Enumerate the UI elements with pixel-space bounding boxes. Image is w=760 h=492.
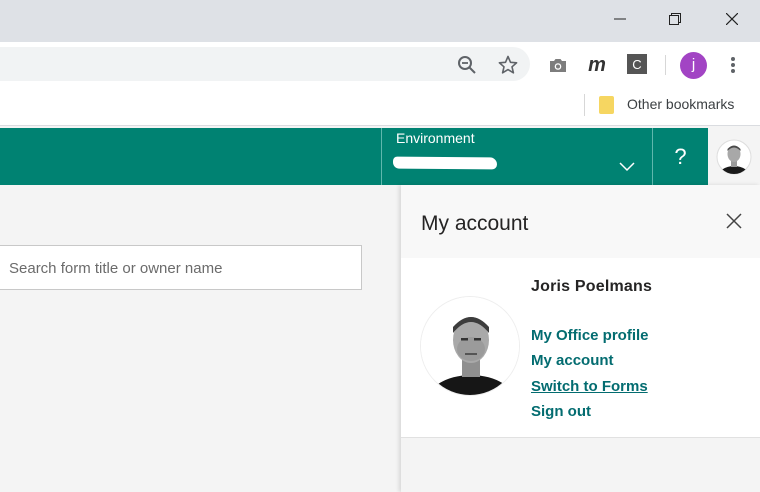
zoom-out-button[interactable] xyxy=(455,53,479,77)
close-icon xyxy=(726,13,738,25)
sign-out-link[interactable]: Sign out xyxy=(531,403,591,420)
app-header: Environment ? xyxy=(0,128,760,185)
close-window-button[interactable] xyxy=(704,0,760,38)
restore-button[interactable] xyxy=(647,0,703,38)
my-office-profile-link[interactable]: My Office profile xyxy=(531,327,649,344)
browser-menu-button[interactable] xyxy=(721,53,745,77)
profile-photo xyxy=(420,296,520,396)
browser-toolbar: m C j xyxy=(0,42,760,86)
search-field[interactable]: Search form title or owner name xyxy=(0,245,362,290)
toolbar-separator xyxy=(665,55,666,75)
zoom-out-icon xyxy=(458,56,476,74)
environment-value-redacted xyxy=(392,156,498,170)
camera-extension-button[interactable] xyxy=(546,53,570,77)
m-extension-icon[interactable]: m xyxy=(585,53,609,77)
search-placeholder: Search form title or owner name xyxy=(9,260,223,277)
help-button[interactable]: ? xyxy=(653,128,708,185)
switch-to-forms-link[interactable]: Switch to Forms xyxy=(531,378,648,395)
minimize-icon xyxy=(614,18,626,20)
other-bookmarks-link[interactable]: Other bookmarks xyxy=(627,96,734,112)
account-avatar-button[interactable] xyxy=(708,128,760,185)
profile-avatar[interactable]: j xyxy=(680,52,707,79)
account-panel-header: My account xyxy=(401,185,760,258)
star-icon xyxy=(498,55,518,74)
restore-icon xyxy=(669,13,681,25)
user-avatar-icon xyxy=(716,139,752,174)
bookmarks-bar: Other bookmarks xyxy=(0,86,760,126)
user-name: Joris Poelmans xyxy=(531,278,653,295)
address-bar[interactable] xyxy=(0,47,530,81)
c-extension-icon[interactable]: C xyxy=(627,54,647,74)
chevron-down-icon xyxy=(619,162,635,172)
bookmarks-separator xyxy=(584,94,585,116)
folder-icon xyxy=(599,96,614,114)
menu-icon xyxy=(731,57,735,73)
account-card: Joris Poelmans My Office profile My acco… xyxy=(401,258,760,438)
browser-title-bar xyxy=(0,0,760,42)
profile-photo-icon xyxy=(421,297,519,395)
my-account-link[interactable]: My account xyxy=(531,352,614,369)
minimize-button[interactable] xyxy=(592,0,648,38)
close-panel-icon[interactable] xyxy=(725,212,743,230)
bookmark-star-button[interactable] xyxy=(496,53,520,77)
account-panel: My account Joris Poelmans My Office prof… xyxy=(401,185,760,492)
camera-icon xyxy=(550,59,566,72)
panel-title: My account xyxy=(421,212,529,235)
environment-label: Environment xyxy=(396,130,475,146)
environment-selector[interactable]: Environment xyxy=(381,128,653,185)
